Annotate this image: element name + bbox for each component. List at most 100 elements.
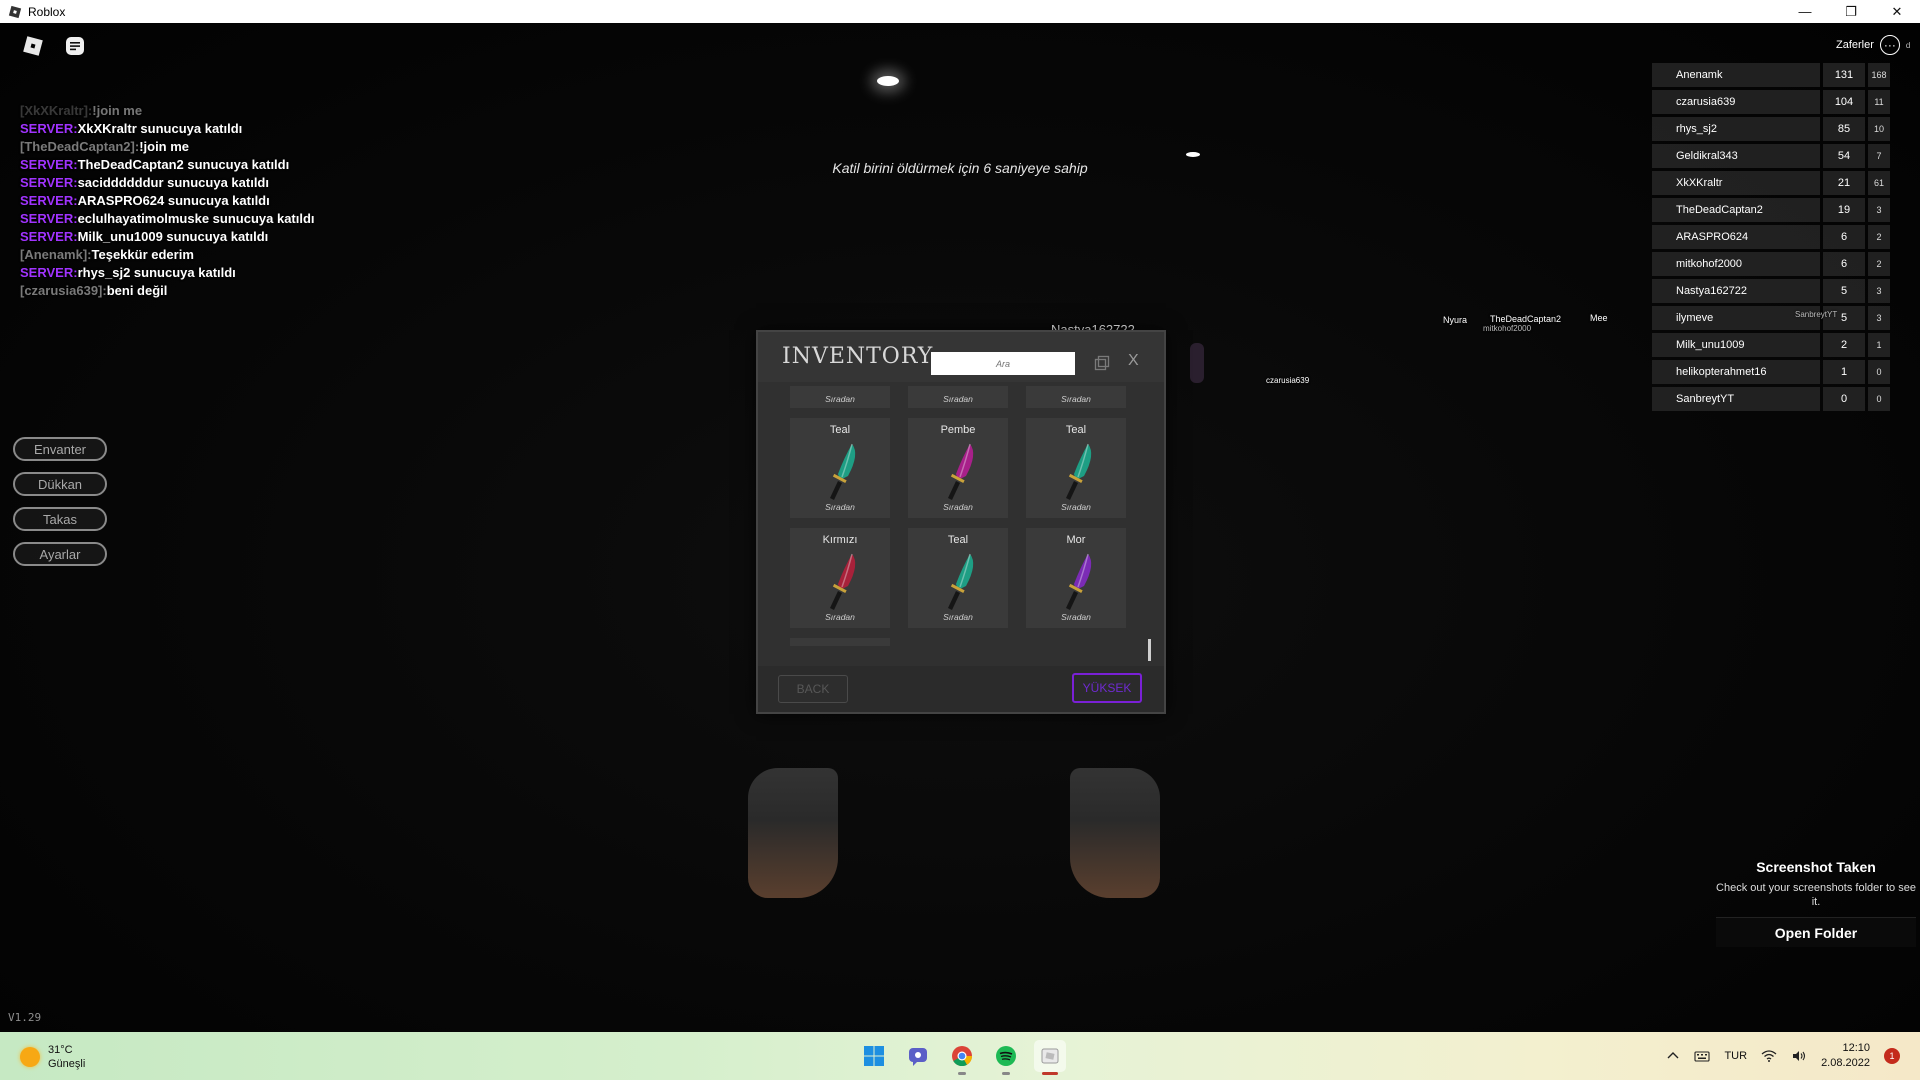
back-button[interactable]: BACK xyxy=(778,675,848,703)
chat-message: eclulhayatimolmuske sunucuya katıldı xyxy=(77,211,315,226)
window-title: Roblox xyxy=(28,4,66,19)
taskbar-apps xyxy=(858,1040,1066,1075)
system-tray: TUR 12:10 2.08.2022 1 xyxy=(1666,1032,1900,1080)
chat-line: SERVER:rhys_sj2 sunucuya katıldı xyxy=(20,264,440,282)
chat-line: SERVER:XkXKraltr sunucuya katıldı xyxy=(20,120,440,138)
item-rarity: Sıradan xyxy=(1061,502,1091,512)
leaderboard-stat: 2 xyxy=(1868,252,1890,276)
restore-button[interactable]: ❐ xyxy=(1828,0,1874,23)
teams-chat-app[interactable] xyxy=(902,1040,934,1072)
inventory-item[interactable]: Kırmızı Sıradan xyxy=(790,528,890,628)
leaderboard-row[interactable]: Nastya162722 5 3 xyxy=(1652,279,1920,303)
clock-date: 2.08.2022 xyxy=(1821,1057,1870,1069)
leaderboard-stat: 10 xyxy=(1868,117,1890,141)
chat-message: TheDeadCaptan2 sunucuya katıldı xyxy=(77,157,290,172)
keyboard-icon[interactable] xyxy=(1694,1049,1711,1063)
minimize-button[interactable]: — xyxy=(1782,0,1828,23)
spotify-app[interactable] xyxy=(990,1040,1022,1075)
leaderboard-stat: 2 xyxy=(1868,225,1890,249)
volume-icon[interactable] xyxy=(1791,1049,1807,1063)
copy-icon[interactable] xyxy=(1094,355,1110,371)
achievements-button[interactable]: Zaferler ··· d xyxy=(1836,35,1910,55)
inventory-close-button[interactable]: X xyxy=(1128,352,1139,370)
inventory-search-input[interactable] xyxy=(931,352,1075,375)
inventory-item[interactable]: Teal Sıradan xyxy=(1026,418,1126,518)
knife-icon xyxy=(1066,443,1092,500)
clock-time: 12:10 xyxy=(1842,1042,1870,1054)
item-rarity: Sıradan xyxy=(825,394,855,404)
leaderboard-row[interactable]: SanbreytYT 0 0 xyxy=(1652,387,1920,411)
inventory-item[interactable]: Mor Sıradan xyxy=(1026,528,1126,628)
roblox-taskbar-app[interactable] xyxy=(1034,1040,1066,1075)
leaderboard-row[interactable]: Anenamk 131 168 xyxy=(1652,63,1920,87)
nametag-thedeadcaptan: TheDeadCaptan2 xyxy=(1490,314,1562,324)
clock[interactable]: 12:10 2.08.2022 xyxy=(1821,1041,1870,1071)
player-figure xyxy=(1190,343,1204,383)
chat-message: ARASPRO624 sunucuya katıldı xyxy=(77,193,270,208)
settings-menu-button[interactable]: Ayarlar xyxy=(13,542,107,566)
nametag-mitkohof: mitkohof2000 xyxy=(1483,324,1532,333)
chevron-up-icon[interactable] xyxy=(1666,1049,1680,1063)
chat-message: Milk_unu1009 sunucuya katıldı xyxy=(77,229,269,244)
inventory-scrollbar[interactable] xyxy=(1148,639,1151,661)
leaderboard-stat: 1 xyxy=(1868,333,1890,357)
item-name: Pembe xyxy=(940,424,976,436)
weather-widget[interactable]: 31°C Güneşli xyxy=(20,1043,85,1071)
shop-menu-button[interactable]: Dükkan xyxy=(13,472,107,496)
chrome-app[interactable] xyxy=(946,1040,978,1075)
version-label: V1.29 xyxy=(8,1011,42,1024)
trade-menu-button[interactable]: Takas xyxy=(13,507,107,531)
inventory-item-partial[interactable]: Sıradan xyxy=(908,386,1008,408)
inventory-item-partial[interactable] xyxy=(790,638,890,646)
chat-server-tag: SERVER: xyxy=(20,265,78,280)
start-button[interactable] xyxy=(858,1040,890,1072)
window-titlebar: Roblox — ❐ ✕ xyxy=(0,0,1920,23)
inventory-item-partial[interactable]: Sıradan xyxy=(790,386,890,408)
chat-line: SERVER:ARASPRO624 sunucuya katıldı xyxy=(20,192,440,210)
leaderboard-player-name: Nastya162722 xyxy=(1652,279,1820,303)
leaderboard-player-name: Milk_unu1009 xyxy=(1652,333,1820,357)
inventory-panel: INVENTORY X Sıradan Sıradan Sıradan Teal Sır… xyxy=(756,330,1166,714)
leaderboard-row[interactable]: czarusia639 104 11 xyxy=(1652,90,1920,114)
inventory-item[interactable]: Teal Sıradan xyxy=(908,528,1008,628)
chat-server-tag: SERVER: xyxy=(20,211,78,226)
leaderboard-row[interactable]: rhys_sj2 85 10 xyxy=(1652,117,1920,141)
roblox-icon xyxy=(1041,1048,1059,1064)
wifi-icon[interactable] xyxy=(1761,1049,1777,1063)
leaderboard-stat: 3 xyxy=(1868,198,1890,222)
chat-line: SERVER:eclulhayatimolmuske sunucuya katı… xyxy=(20,210,440,228)
leaderboard-row[interactable]: Milk_unu1009 2 1 xyxy=(1652,333,1920,357)
language-indicator[interactable]: TUR xyxy=(1724,1050,1747,1062)
leaderboard-row[interactable]: TheDeadCaptan2 19 3 xyxy=(1652,198,1920,222)
leaderboard-row[interactable]: XkXKraltr 21 61 xyxy=(1652,171,1920,195)
inventory-item[interactable]: Teal Sıradan xyxy=(790,418,890,518)
item-name: Kırmızı xyxy=(822,534,858,546)
roblox-menu-button[interactable] xyxy=(20,33,46,59)
leaderboard-player-name: Anenamk xyxy=(1652,63,1820,87)
knife-icon xyxy=(948,443,974,500)
leaderboard-player-name: czarusia639 xyxy=(1652,90,1820,114)
inventory-item[interactable]: Pembe Sıradan xyxy=(908,418,1008,518)
leaderboard-row[interactable]: Geldikral343 54 7 xyxy=(1652,144,1920,168)
upgrade-button[interactable]: YÜKSEK xyxy=(1072,673,1142,703)
chat-toggle-button[interactable] xyxy=(62,33,88,59)
window-controls: — ❐ ✕ xyxy=(1782,0,1920,23)
leaderboard-row[interactable]: ilymeve 5 3 xyxy=(1652,306,1920,330)
close-window-button[interactable]: ✕ xyxy=(1874,0,1920,23)
chat-log: [XkXKraltr]:!join me SERVER:XkXKraltr sun… xyxy=(20,102,440,300)
leaderboard-row[interactable]: helikopterahmet16 1 0 xyxy=(1652,360,1920,384)
leaderboard-row[interactable]: ARASPRO624 6 2 xyxy=(1652,225,1920,249)
nametag-mee: Mee xyxy=(1590,313,1608,323)
inventory-menu-button[interactable]: Envanter xyxy=(13,437,107,461)
open-folder-button[interactable]: Open Folder xyxy=(1716,917,1916,947)
leaderboard-score: 0 xyxy=(1823,387,1865,411)
item-name: Teal xyxy=(829,424,851,436)
notification-badge[interactable]: 1 xyxy=(1884,1048,1900,1064)
inventory-title: INVENTORY xyxy=(782,344,934,369)
inventory-item-partial[interactable]: Sıradan xyxy=(1026,386,1126,408)
knife-icon xyxy=(830,553,856,610)
leaderboard-row[interactable]: mitkohof2000 6 2 xyxy=(1652,252,1920,276)
item-name: Teal xyxy=(1065,424,1087,436)
inventory-grid[interactable]: Sıradan Sıradan Sıradan Teal Sıradan Pembe Sır… xyxy=(790,386,1140,646)
item-rarity: Sıradan xyxy=(825,612,855,622)
